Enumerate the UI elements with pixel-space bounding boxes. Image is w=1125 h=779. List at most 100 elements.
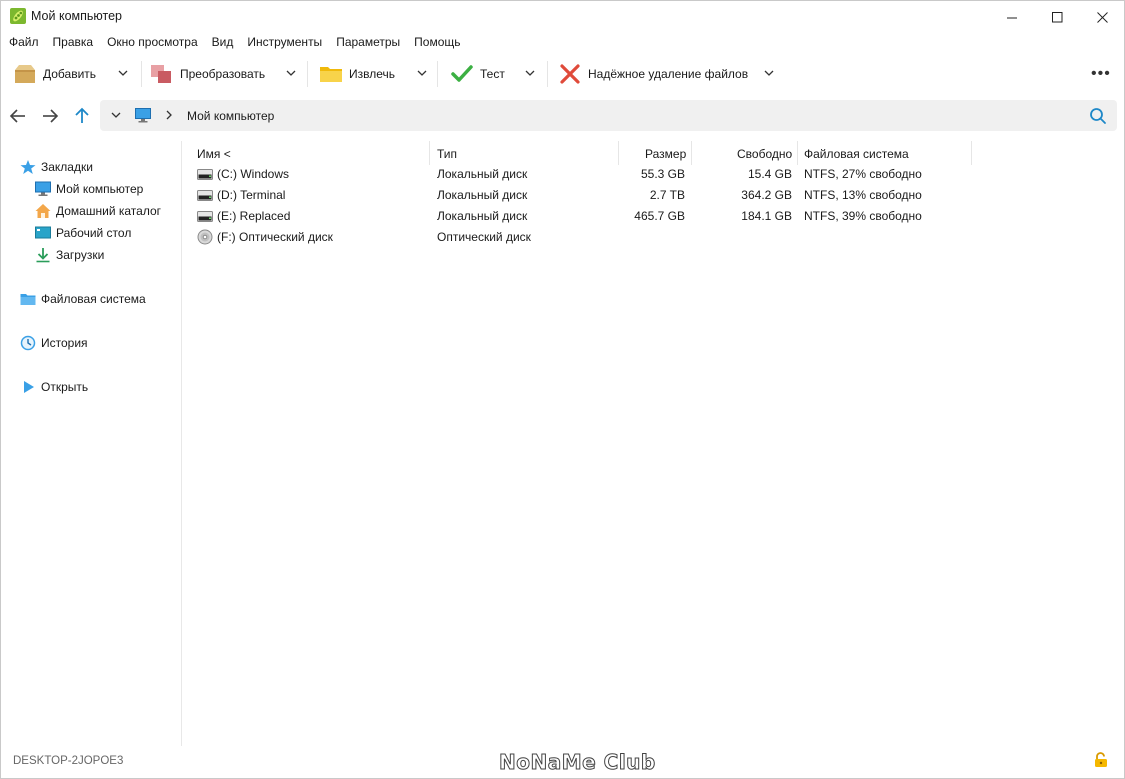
menu-view-window[interactable]: Окно просмотра bbox=[107, 33, 198, 51]
archive-box-icon bbox=[15, 65, 35, 83]
sidebar-item-desktop[interactable]: Рабочий стол bbox=[35, 223, 131, 243]
toolbar: Добавить Преобразовать Извлечь Тест Надё… bbox=[1, 53, 1124, 95]
column-divider[interactable] bbox=[429, 141, 430, 165]
sidebar-item-home[interactable]: Домашний каталог bbox=[35, 201, 161, 221]
minimize-icon bbox=[1006, 17, 1017, 18]
up-arrow-icon[interactable] bbox=[72, 106, 92, 126]
drive-icon bbox=[197, 169, 213, 180]
secure-delete-dropdown-chevron-icon[interactable] bbox=[762, 66, 776, 80]
column-divider[interactable] bbox=[797, 141, 798, 165]
table-row[interactable]: (E:) Replaced Локальный диск 465.7 GB 18… bbox=[183, 206, 983, 227]
breadcrumb-current[interactable]: Мой компьютер bbox=[187, 109, 274, 123]
toolbar-divider bbox=[437, 61, 438, 87]
sidebar-filesystem-label: Файловая система bbox=[41, 292, 146, 306]
add-dropdown-chevron-icon[interactable] bbox=[116, 66, 130, 80]
convert-icon bbox=[151, 65, 171, 83]
sidebar-item-label: Домашний каталог bbox=[56, 204, 161, 218]
drive-size: 465.7 GB bbox=[634, 209, 685, 223]
column-divider[interactable] bbox=[971, 141, 972, 165]
drive-free: 15.4 GB bbox=[747, 167, 792, 181]
back-arrow-icon[interactable] bbox=[8, 106, 28, 126]
sidebar-history[interactable]: История bbox=[20, 333, 88, 353]
drive-icon bbox=[197, 190, 213, 201]
table-row[interactable]: (C:) Windows Локальный диск 55.3 GB 15.4… bbox=[183, 164, 983, 185]
sidebar-item-downloads[interactable]: Загрузки bbox=[35, 245, 104, 265]
test-dropdown-chevron-icon[interactable] bbox=[523, 66, 537, 80]
app-window: Мой компьютер Файл Правка Окно просмотра… bbox=[0, 0, 1125, 779]
sidebar-bookmarks-label: Закладки bbox=[41, 160, 93, 174]
menu-tools[interactable]: Инструменты bbox=[247, 33, 322, 51]
table-row[interactable]: (F:) Оптический диск Оптический диск bbox=[183, 227, 983, 248]
forward-arrow-icon[interactable] bbox=[40, 106, 60, 126]
drive-filesystem: NTFS, 39% свободно bbox=[804, 209, 922, 223]
computer-icon bbox=[35, 181, 51, 196]
column-header-free[interactable]: Свободно bbox=[737, 143, 792, 165]
column-divider[interactable] bbox=[691, 141, 692, 165]
menu-edit[interactable]: Правка bbox=[53, 33, 94, 51]
add-button[interactable]: Добавить bbox=[13, 59, 96, 89]
computer-name: DESKTOP-2JOPOE3 bbox=[13, 755, 124, 767]
column-header-name[interactable]: Имя < bbox=[197, 143, 231, 165]
table-row[interactable]: (D:) Terminal Локальный диск 2.7 TB 364.… bbox=[183, 185, 983, 206]
maximize-button[interactable] bbox=[1034, 1, 1080, 33]
sidebar-item-label: Рабочий стол bbox=[56, 226, 132, 240]
checkmark-icon bbox=[451, 65, 473, 82]
drive-type: Локальный диск bbox=[437, 188, 528, 202]
computer-icon bbox=[135, 108, 151, 123]
secure-delete-label: Надёжное удаление файлов bbox=[588, 67, 749, 81]
secure-delete-button[interactable]: Надёжное удаление файлов bbox=[558, 59, 748, 89]
minimize-button[interactable] bbox=[989, 1, 1035, 33]
drive-free: 364.2 GB bbox=[741, 188, 792, 202]
history-clock-icon bbox=[20, 335, 36, 351]
menu-settings[interactable]: Параметры bbox=[336, 33, 400, 51]
sidebar-open[interactable]: Открыть bbox=[20, 377, 88, 397]
drive-filesystem: NTFS, 27% свободно bbox=[804, 167, 922, 181]
file-list: Имя < Тип Размер Свободно Файловая систе… bbox=[183, 141, 1123, 746]
test-button[interactable]: Тест bbox=[450, 59, 505, 89]
more-options-icon[interactable]: ••• bbox=[1091, 65, 1111, 83]
close-icon bbox=[1096, 11, 1108, 23]
close-button[interactable] bbox=[1079, 1, 1125, 33]
delete-cross-icon bbox=[560, 64, 580, 84]
maximize-icon bbox=[1051, 11, 1062, 22]
optical-disc-icon bbox=[197, 229, 213, 245]
menu-bar: Файл Правка Окно просмотра Вид Инструмен… bbox=[1, 33, 1124, 51]
history-chevron-down-icon[interactable] bbox=[110, 109, 122, 121]
extract-label: Извлечь bbox=[349, 67, 396, 81]
menu-help[interactable]: Помощь bbox=[414, 33, 460, 51]
drive-icon bbox=[197, 211, 213, 222]
drive-type: Локальный диск bbox=[437, 209, 528, 223]
sidebar-history-label: История bbox=[41, 336, 88, 350]
play-triangle-icon bbox=[24, 381, 34, 393]
sidebar: Закладки Мой компьютер Домашний каталог … bbox=[1, 141, 182, 746]
folder-icon bbox=[320, 67, 342, 82]
unlock-icon[interactable] bbox=[1094, 752, 1108, 768]
test-label: Тест bbox=[480, 67, 505, 81]
drive-name: (D:) Terminal bbox=[217, 188, 286, 202]
convert-dropdown-chevron-icon[interactable] bbox=[284, 66, 298, 80]
drive-free: 184.1 GB bbox=[741, 209, 792, 223]
address-bar[interactable]: Мой компьютер bbox=[100, 100, 1117, 131]
star-icon bbox=[20, 160, 36, 174]
toolbar-divider bbox=[141, 61, 142, 87]
sidebar-item-my-computer[interactable]: Мой компьютер bbox=[35, 179, 143, 199]
search-icon[interactable] bbox=[1089, 107, 1107, 125]
window-title: Мой компьютер bbox=[31, 9, 122, 23]
drive-name: (C:) Windows bbox=[217, 167, 290, 181]
menu-file[interactable]: Файл bbox=[9, 33, 39, 51]
column-header-filesystem[interactable]: Файловая система bbox=[804, 143, 909, 165]
extract-dropdown-chevron-icon[interactable] bbox=[415, 66, 429, 80]
column-header-type[interactable]: Тип bbox=[437, 143, 457, 165]
drive-name: (F:) Оптический диск bbox=[217, 230, 333, 244]
convert-button[interactable]: Преобразовать bbox=[150, 59, 265, 89]
status-bar: DESKTOP-2JOPOE3 NoNaMe Club bbox=[1, 746, 1124, 778]
sidebar-filesystem[interactable]: Файловая система bbox=[20, 289, 146, 309]
drive-name: (E:) Replaced bbox=[217, 209, 291, 223]
extract-button[interactable]: Извлечь bbox=[319, 59, 395, 89]
column-divider[interactable] bbox=[618, 141, 619, 165]
column-header-size[interactable]: Размер bbox=[645, 143, 686, 165]
title-bar[interactable]: Мой компьютер bbox=[1, 1, 1124, 33]
menu-view[interactable]: Вид bbox=[212, 33, 234, 51]
sidebar-bookmarks-header[interactable]: Закладки bbox=[20, 157, 93, 177]
convert-label: Преобразовать bbox=[180, 67, 266, 81]
